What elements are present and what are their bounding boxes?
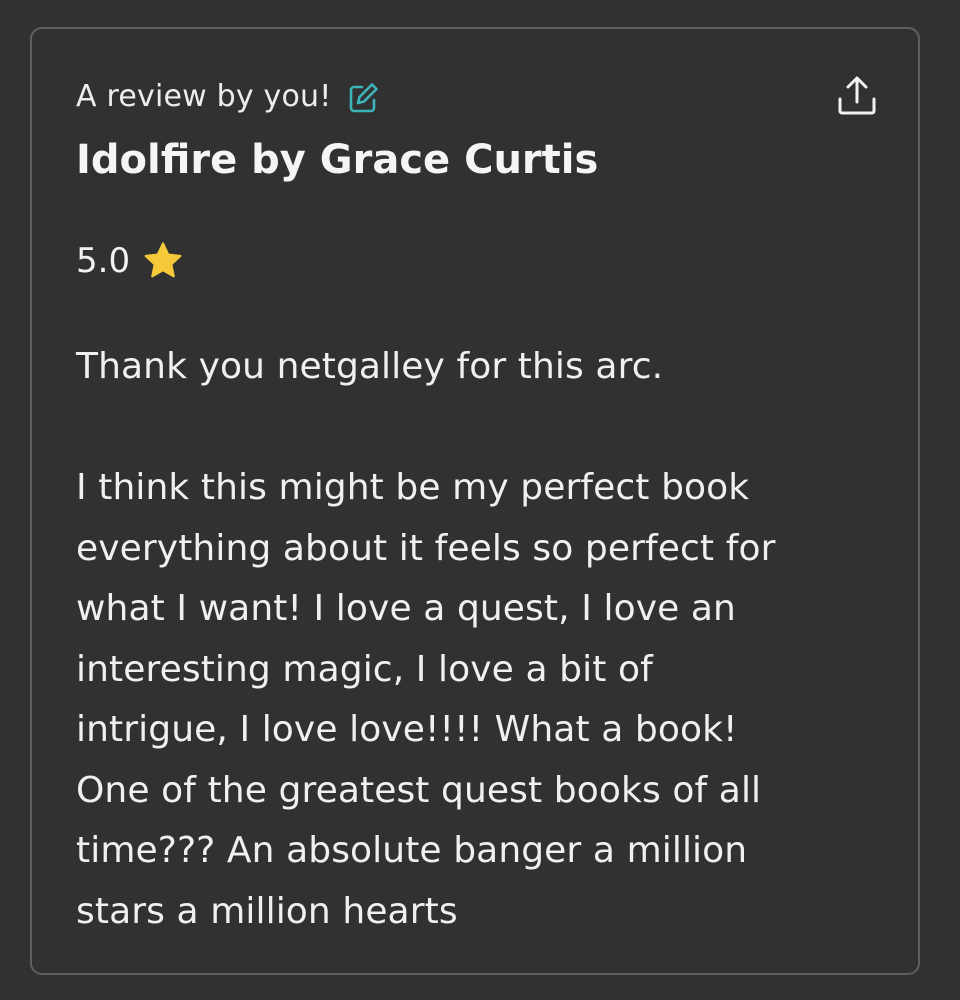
book-title: Idolfire by Grace Curtis (76, 137, 599, 183)
edit-icon[interactable] (346, 81, 380, 115)
review-card: A review by you! Idolfire by Grace Curti… (30, 27, 920, 975)
review-paragraph-main: I think this might be my perfect book ev… (76, 467, 776, 932)
review-subtitle: A review by you! (76, 79, 332, 114)
share-icon[interactable] (834, 73, 880, 119)
review-header: A review by you! (76, 77, 380, 117)
review-text: Thank you netgalley for this arc. I thin… (76, 337, 896, 942)
review-paragraph-intro: Thank you netgalley for this arc. (76, 346, 664, 387)
rating-value: 5.0 (76, 241, 131, 281)
star-icon (142, 240, 184, 282)
rating: 5.0 (76, 239, 184, 283)
